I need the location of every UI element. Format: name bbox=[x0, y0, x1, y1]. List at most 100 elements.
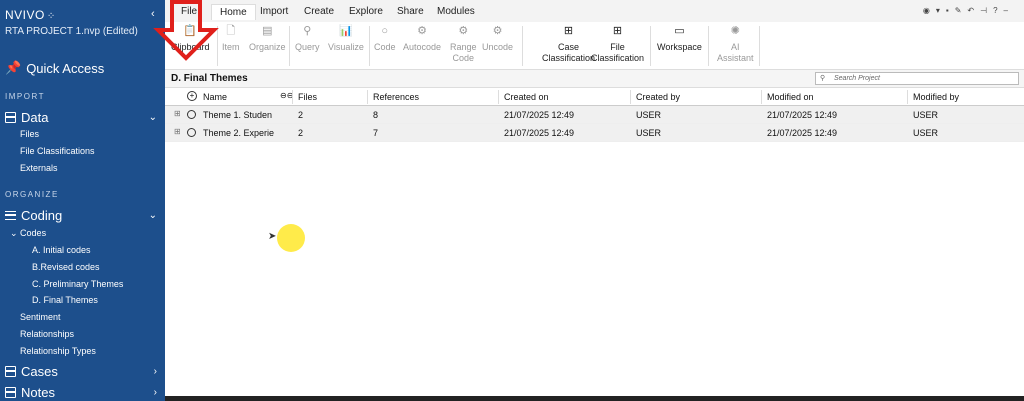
grid-dots-icon: ⁘ bbox=[46, 11, 56, 22]
visualize-button[interactable]: 📊 Visualize bbox=[328, 26, 364, 53]
tab-create[interactable]: Create bbox=[304, 6, 334, 17]
save-icon[interactable]: ▪ bbox=[946, 6, 955, 15]
nav-item-file-classifications[interactable]: File Classifications bbox=[20, 146, 95, 156]
column-divider bbox=[630, 90, 631, 104]
nav-item-final-themes[interactable]: D. Final Themes bbox=[32, 295, 98, 305]
dropdown-icon[interactable]: ▾ bbox=[936, 6, 946, 15]
pin-icon[interactable]: ⊣ bbox=[980, 6, 993, 15]
code-circle-icon: ○ bbox=[381, 25, 389, 37]
col-references[interactable]: References bbox=[373, 92, 419, 102]
workspace-button[interactable]: ▭ Workspace bbox=[657, 26, 702, 53]
nav-item-revised-codes[interactable]: B.Revised codes bbox=[32, 262, 100, 272]
ribbon-divider bbox=[522, 26, 523, 66]
nav-item-externals[interactable]: Externals bbox=[20, 163, 58, 173]
help-icon[interactable]: ? bbox=[993, 6, 1003, 15]
nav-group-cases[interactable]: Cases › bbox=[5, 364, 157, 379]
code-button[interactable]: ○ Code bbox=[374, 26, 396, 53]
code-circle-icon bbox=[187, 110, 196, 119]
edit-icon[interactable]: ✎ bbox=[955, 6, 968, 15]
col-name[interactable]: Name bbox=[203, 92, 227, 102]
gear-icon[interactable]: ◉ bbox=[923, 6, 936, 15]
nav-item-initial-codes[interactable]: A. Initial codes bbox=[32, 245, 91, 255]
nav-item-preliminary-themes[interactable]: C. Preliminary Themes bbox=[32, 279, 123, 289]
ribbon-divider bbox=[759, 26, 760, 66]
col-modified-on[interactable]: Modified on bbox=[767, 92, 814, 102]
chart-icon: 📊 bbox=[339, 25, 353, 37]
row-references: 8 bbox=[373, 110, 379, 120]
expand-icon[interactable]: ⊞ bbox=[174, 109, 181, 118]
add-column-icon[interactable]: + bbox=[187, 91, 197, 101]
case-classification-button[interactable]: ⊞ Case Classification bbox=[542, 26, 595, 64]
query-button[interactable]: ⚲ Query bbox=[295, 26, 320, 53]
tab-import[interactable]: Import bbox=[260, 6, 288, 17]
table-row[interactable]: ⊞ Theme 1. Studen 2 8 21/07/2025 12:49 U… bbox=[165, 106, 1024, 124]
content-header: D. Final Themes ⚲ Search Project bbox=[165, 70, 1024, 88]
notes-icon bbox=[5, 387, 16, 398]
row-files: 2 bbox=[298, 128, 304, 138]
expand-icon[interactable]: ⊞ bbox=[174, 127, 181, 136]
chevron-down-icon: ⌄ bbox=[148, 112, 157, 123]
window-controls[interactable]: ◉▾▪✎↶⊣?– bbox=[923, 6, 1014, 15]
ai-assistant-button[interactable]: ✺ AI Assistant bbox=[717, 26, 754, 64]
folder-title: D. Final Themes bbox=[171, 73, 248, 84]
app-logo: NVIVO ⁘ bbox=[5, 8, 56, 22]
code-circle-icon bbox=[187, 128, 196, 137]
project-name: RTA PROJECT 1.nvp (Edited) bbox=[5, 26, 138, 37]
tab-explore[interactable]: Explore bbox=[349, 6, 383, 17]
range-code-button[interactable]: ⚙ Range Code bbox=[450, 26, 477, 64]
autocode-button[interactable]: ⚙ Autocode bbox=[403, 26, 441, 53]
navigation-sidebar: NVIVO ⁘ ‹ RTA PROJECT 1.nvp (Edited) 📌 Qu… bbox=[0, 0, 165, 401]
pin-icon: 📌 bbox=[5, 60, 22, 75]
tab-share[interactable]: Share bbox=[397, 6, 424, 17]
nav-group-notes[interactable]: Notes › bbox=[5, 385, 157, 400]
mouse-cursor-icon: ➤ bbox=[268, 231, 277, 242]
chevron-right-icon: › bbox=[153, 387, 157, 398]
uncode-icon: ⚙ bbox=[492, 25, 503, 37]
column-divider bbox=[292, 90, 293, 104]
chevron-right-icon: › bbox=[153, 366, 157, 377]
nav-item-codes[interactable]: ⌄ Codes bbox=[10, 228, 46, 239]
data-icon bbox=[5, 112, 16, 123]
search-input[interactable]: ⚲ Search Project bbox=[815, 72, 1019, 85]
search-icon: ⚲ bbox=[303, 25, 312, 37]
cases-icon bbox=[5, 366, 16, 377]
ribbon-divider bbox=[650, 26, 651, 66]
nav-item-sentiment[interactable]: Sentiment bbox=[20, 312, 61, 322]
section-import: IMPORT bbox=[5, 92, 45, 101]
nav-group-coding[interactable]: Coding ⌄ bbox=[5, 208, 157, 223]
uncode-button[interactable]: ⚙ Uncode bbox=[482, 26, 513, 53]
row-modified-on: 21/07/2025 12:49 bbox=[767, 128, 838, 138]
tab-modules[interactable]: Modules bbox=[437, 6, 475, 17]
taskbar-strip bbox=[165, 396, 1024, 401]
quick-access[interactable]: 📌 Quick Access bbox=[5, 60, 104, 76]
column-divider bbox=[907, 90, 908, 104]
col-modified-by[interactable]: Modified by bbox=[913, 92, 959, 102]
chevron-down-icon: ⌄ bbox=[10, 228, 21, 238]
file-classification-button[interactable]: ⊞ File Classification bbox=[591, 26, 644, 64]
ai-brain-icon: ✺ bbox=[730, 25, 740, 37]
row-name: Theme 1. Studen bbox=[203, 110, 273, 120]
column-divider bbox=[761, 90, 762, 104]
nav-item-files[interactable]: Files bbox=[20, 129, 39, 139]
undo-icon[interactable]: ↶ bbox=[967, 6, 980, 15]
nav-item-relationship-types[interactable]: Relationship Types bbox=[20, 346, 96, 356]
workspace-icon: ▭ bbox=[674, 25, 685, 37]
ribbon-divider bbox=[369, 26, 370, 66]
col-created-by[interactable]: Created by bbox=[636, 92, 680, 102]
row-created-by: USER bbox=[636, 110, 662, 120]
section-organize: ORGANIZE bbox=[5, 190, 59, 199]
item-button[interactable]: 🗋 Item bbox=[222, 26, 240, 53]
minimize-icon[interactable]: – bbox=[1004, 6, 1014, 15]
coding-icon bbox=[5, 211, 16, 220]
col-created-on[interactable]: Created on bbox=[504, 92, 549, 102]
col-files[interactable]: Files bbox=[298, 92, 317, 102]
ribbon-divider bbox=[708, 26, 709, 66]
table-row[interactable]: ⊞ Theme 2. Experie 2 7 21/07/2025 12:49 … bbox=[165, 124, 1024, 142]
row-references: 7 bbox=[373, 128, 379, 138]
row-modified-by: USER bbox=[913, 110, 939, 120]
row-created-on: 21/07/2025 12:49 bbox=[504, 110, 575, 120]
codes-table: + Name ⊖⊖ Files References Created on Cr… bbox=[165, 88, 1024, 142]
nav-item-relationships[interactable]: Relationships bbox=[20, 329, 74, 339]
organize-button[interactable]: ▤ Organize bbox=[249, 26, 286, 53]
nav-group-data[interactable]: Data ⌄ bbox=[5, 110, 157, 125]
